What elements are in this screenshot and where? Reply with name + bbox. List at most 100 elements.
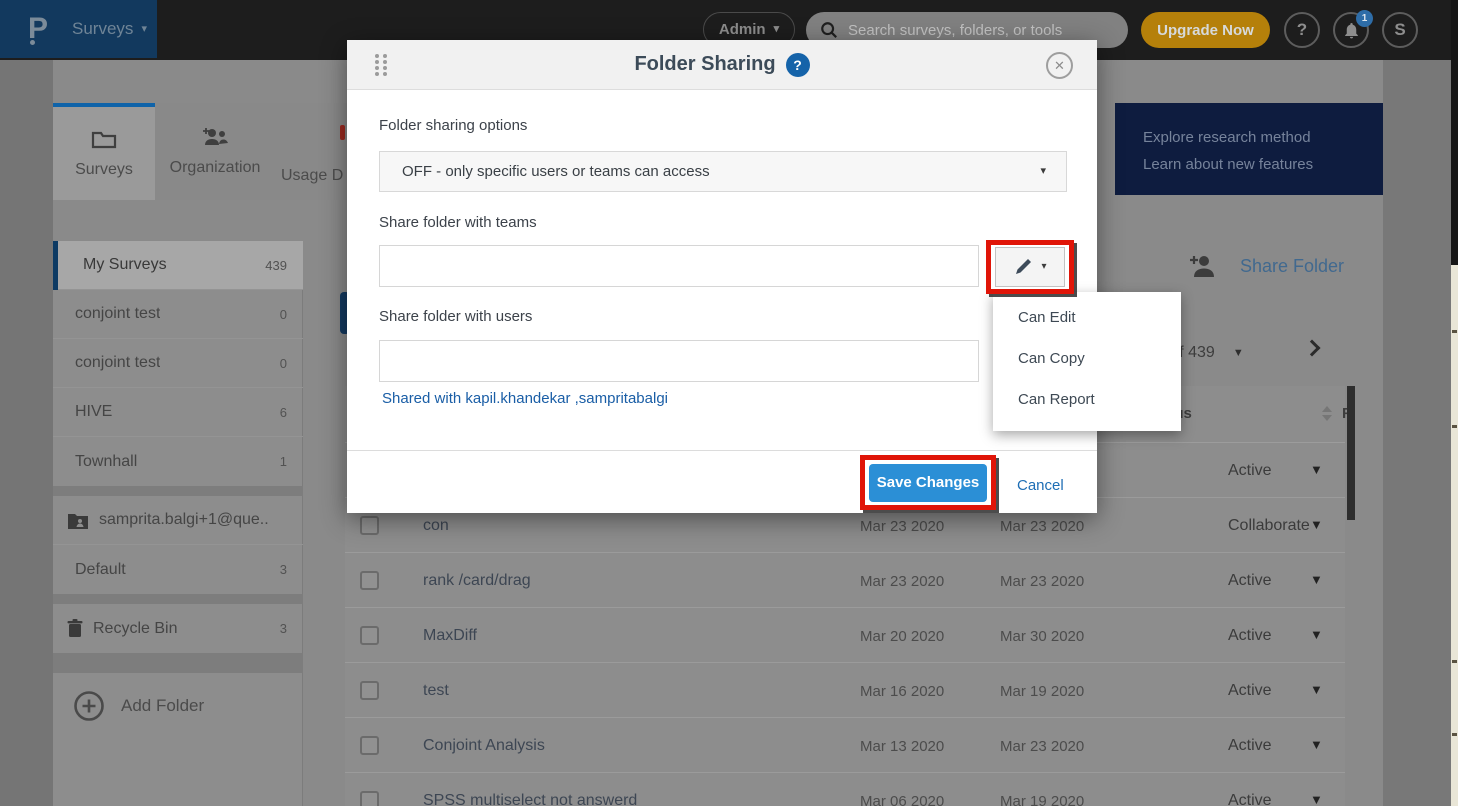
trash-icon: [67, 619, 83, 638]
help-button[interactable]: ?: [1284, 12, 1320, 48]
page-size-caret-icon[interactable]: ▼: [1233, 347, 1244, 359]
created-date: Mar 06 2020: [860, 793, 944, 806]
modified-date: Mar 23 2020: [1000, 573, 1084, 590]
share-folder-link[interactable]: Share Folder: [1188, 254, 1344, 278]
banner-link-features[interactable]: Learn about new features: [1143, 156, 1383, 173]
folder-icon: [91, 129, 117, 149]
survey-name[interactable]: con: [423, 517, 449, 535]
sidebar-divider: [53, 486, 303, 496]
menu-item-can-copy[interactable]: Can Copy: [993, 338, 1181, 379]
status-dropdown-icon[interactable]: ▼: [1310, 462, 1323, 477]
status-value: Active: [1228, 462, 1272, 480]
sidebar-item-townhall[interactable]: Townhall 1: [53, 437, 303, 486]
drag-handle-icon[interactable]: [375, 54, 389, 77]
menu-item-can-edit[interactable]: Can Edit: [993, 297, 1181, 338]
team-permissions-button[interactable]: ▾: [995, 247, 1065, 287]
status-dropdown-icon[interactable]: ▼: [1310, 572, 1323, 587]
status-dropdown-icon[interactable]: ▼: [1310, 737, 1323, 752]
table-scrollbar[interactable]: [1347, 386, 1355, 806]
annotation-box-save: Save Changes: [860, 455, 996, 510]
banner-link-research[interactable]: Explore research method: [1143, 129, 1383, 146]
row-checkbox[interactable]: [360, 571, 379, 590]
tab-usage-label: Usage D: [281, 167, 343, 185]
dialog-title: Folder Sharing: [634, 53, 775, 76]
admin-label: Admin: [719, 21, 766, 38]
avatar[interactable]: S: [1382, 12, 1418, 48]
share-folder-label: Share Folder: [1240, 256, 1344, 277]
help-glyph: ?: [1297, 20, 1307, 40]
shared-with-text: Shared with kapil.khandekar ,sampritabal…: [382, 390, 668, 407]
cancel-button[interactable]: Cancel: [1017, 477, 1064, 494]
chevron-down-icon: ▾: [141, 24, 147, 35]
add-folder-button[interactable]: Add Folder: [53, 673, 303, 739]
folder-label: HIVE: [75, 403, 112, 421]
sidebar-item-shared-account[interactable]: samprita.balgi+1@que...: [53, 496, 303, 545]
usage-tab-icon: [340, 125, 345, 140]
close-icon[interactable]: ✕: [1046, 52, 1073, 79]
nav-surveys-menu[interactable]: Surveys ▾: [72, 19, 147, 39]
sidebar-item-conjoint-test-2[interactable]: conjoint test 0: [53, 339, 303, 388]
sidebar-item-hive[interactable]: HIVE 6: [53, 388, 303, 437]
page-margin: [1383, 60, 1451, 806]
sharing-options-select[interactable]: OFF - only specific users or teams can a…: [379, 151, 1067, 192]
sidebar-item-my-surveys[interactable]: My Surveys 439: [53, 241, 303, 290]
notification-count-badge: 1: [1356, 10, 1373, 27]
folder-sidebar: My Surveys 439 conjoint test 0 conjoint …: [53, 241, 303, 806]
dialog-header: Folder Sharing ?: [347, 40, 1097, 90]
survey-name[interactable]: rank /card/drag: [423, 572, 531, 590]
folder-label: samprita.balgi+1@que...: [99, 511, 269, 529]
folder-count: 3: [280, 621, 287, 636]
table-row[interactable]: MaxDiff Mar 20 2020 Mar 30 2020 Active ▼: [345, 608, 1345, 663]
tab-usage-dashboard[interactable]: Usage D: [275, 103, 347, 200]
status-value: Collaborate: [1228, 517, 1310, 535]
tab-organization[interactable]: Organization: [155, 103, 275, 200]
menu-item-can-report[interactable]: Can Report: [993, 379, 1181, 420]
dialog-help-icon[interactable]: ?: [786, 53, 810, 77]
survey-name[interactable]: SPSS multiselect not answerd: [423, 792, 637, 806]
sidebar-item-recycle-bin[interactable]: Recycle Bin 3: [53, 604, 303, 653]
modified-date: Mar 19 2020: [1000, 683, 1084, 700]
status-value: Active: [1228, 737, 1272, 755]
tab-surveys[interactable]: Surveys: [53, 103, 155, 200]
status-dropdown-icon[interactable]: ▼: [1310, 792, 1323, 806]
upgrade-now-button[interactable]: Upgrade Now: [1141, 12, 1270, 48]
folder-label: conjoint test: [75, 305, 160, 323]
sidebar-item-conjoint-test-1[interactable]: conjoint test 0: [53, 290, 303, 339]
search-input[interactable]: [848, 22, 1108, 39]
modified-date: Mar 23 2020: [1000, 518, 1084, 535]
status-dropdown-icon[interactable]: ▼: [1310, 517, 1323, 532]
row-checkbox[interactable]: [360, 791, 379, 806]
row-checkbox[interactable]: [360, 516, 379, 535]
section-tabs: Surveys Organization Usage D: [53, 103, 347, 200]
created-date: Mar 13 2020: [860, 738, 944, 755]
folder-count: 439: [265, 258, 287, 273]
status-dropdown-icon[interactable]: ▼: [1310, 682, 1323, 697]
save-changes-button[interactable]: Save Changes: [869, 464, 987, 502]
nav-surveys-label: Surveys: [72, 19, 133, 39]
sort-icon[interactable]: [1322, 406, 1332, 421]
share-users-label: Share folder with users: [379, 308, 532, 325]
chevron-down-icon: ▾: [774, 24, 780, 35]
status-dropdown-icon[interactable]: ▼: [1310, 627, 1323, 642]
sidebar-item-default[interactable]: Default 3: [53, 545, 303, 594]
status-value: Active: [1228, 682, 1272, 700]
survey-name[interactable]: test: [423, 682, 449, 700]
row-checkbox[interactable]: [360, 626, 379, 645]
plus-circle-icon: [73, 690, 105, 722]
survey-name[interactable]: Conjoint Analysis: [423, 737, 545, 755]
status-value: Active: [1228, 792, 1272, 806]
notifications-button[interactable]: 1: [1333, 12, 1369, 48]
row-checkbox[interactable]: [360, 736, 379, 755]
survey-name[interactable]: MaxDiff: [423, 627, 477, 645]
table-row[interactable]: test Mar 16 2020 Mar 19 2020 Active ▼: [345, 663, 1345, 718]
folder-label: Default: [75, 561, 126, 579]
table-row[interactable]: Conjoint Analysis Mar 13 2020 Mar 23 202…: [345, 718, 1345, 773]
chevron-down-icon: ▾: [1040, 166, 1046, 177]
share-users-input[interactable]: [379, 340, 979, 382]
share-teams-input[interactable]: [379, 245, 979, 287]
row-checkbox[interactable]: [360, 681, 379, 700]
table-row[interactable]: rank /card/drag Mar 23 2020 Mar 23 2020 …: [345, 553, 1345, 608]
page-scrollbar[interactable]: [1451, 0, 1458, 806]
tab-surveys-label: Surveys: [75, 161, 133, 179]
table-row[interactable]: SPSS multiselect not answerd Mar 06 2020…: [345, 773, 1345, 806]
